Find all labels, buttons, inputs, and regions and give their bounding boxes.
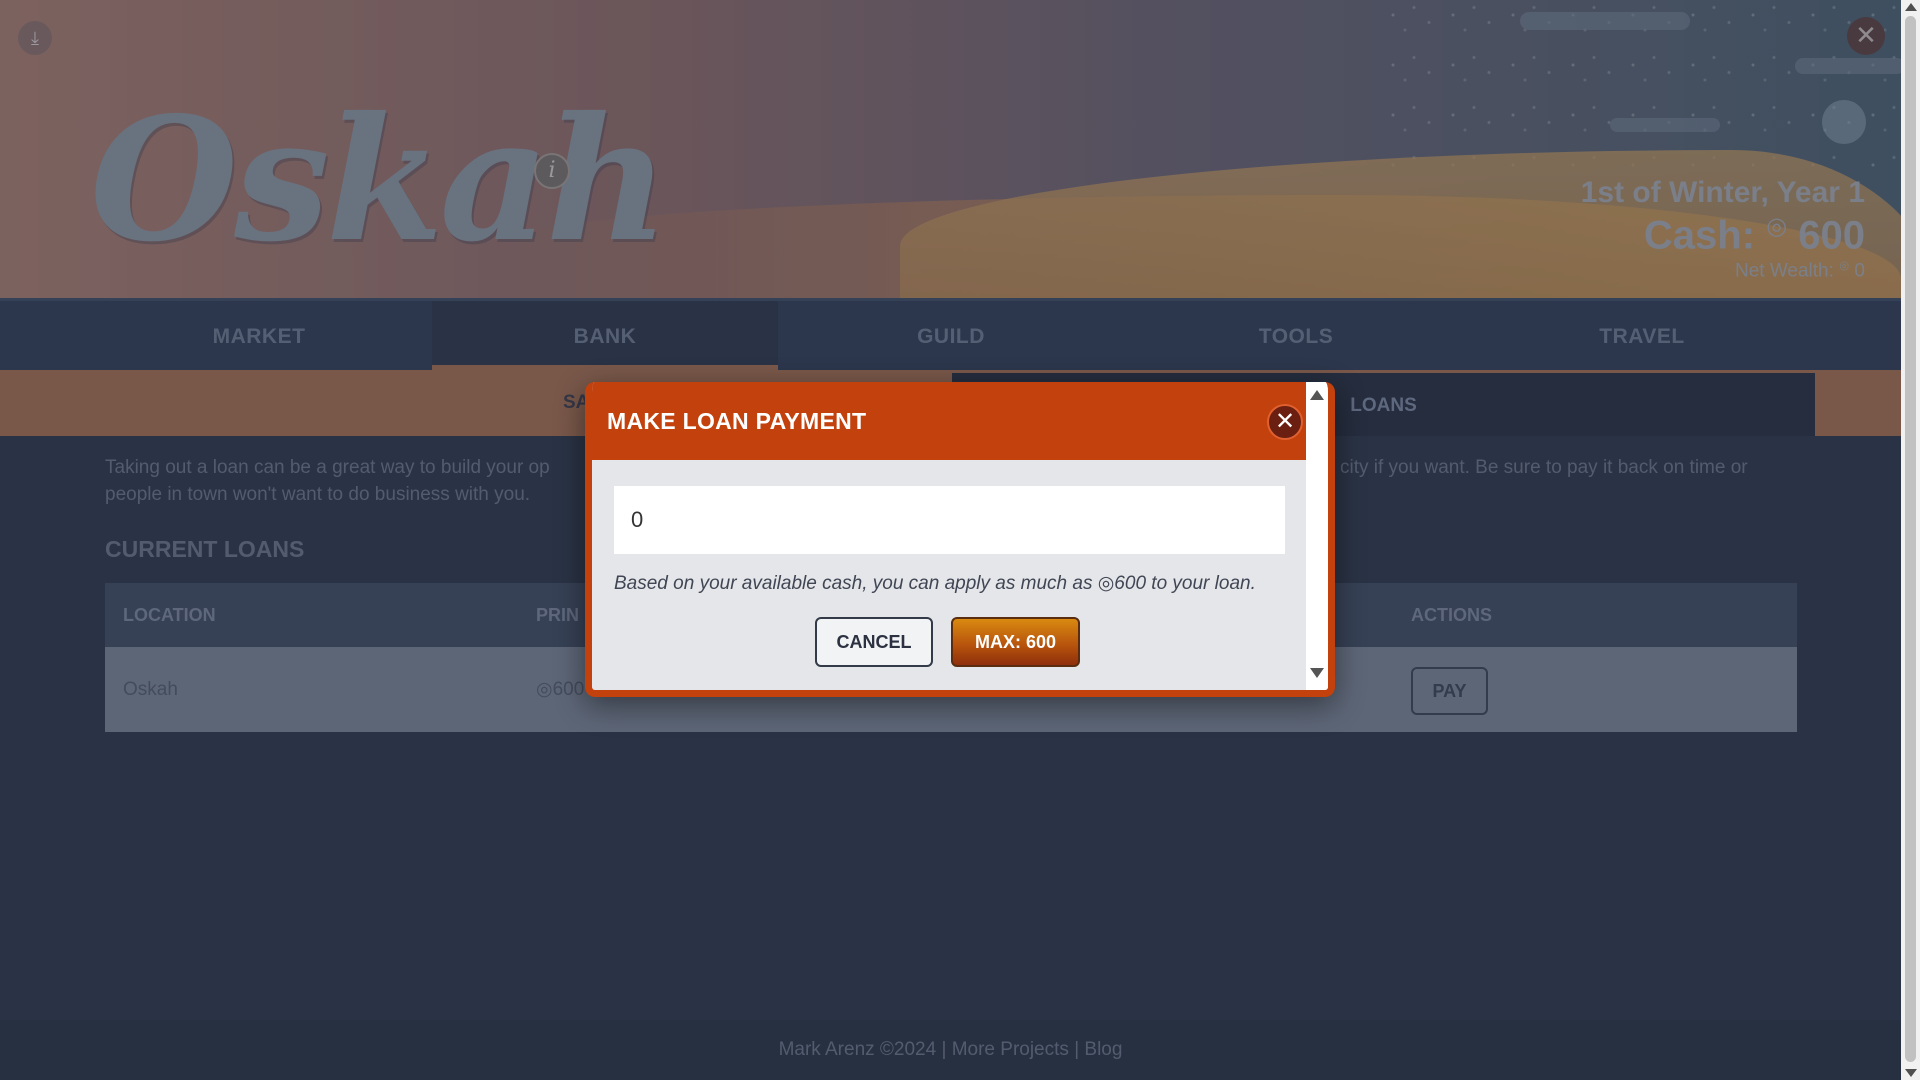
payment-help-text: Based on your available cash, you can ap… xyxy=(614,573,1256,594)
max-payment-button[interactable]: MAX: 600 xyxy=(951,617,1080,667)
scrollbar-thumb[interactable] xyxy=(1905,16,1916,1062)
modal-scrollbar[interactable] xyxy=(1306,382,1328,690)
payment-amount-input[interactable] xyxy=(614,486,1285,554)
scroll-up-icon[interactable] xyxy=(1310,390,1324,400)
modal-title: MAKE LOAN PAYMENT xyxy=(607,408,867,434)
scroll-down-icon[interactable] xyxy=(1905,1069,1917,1077)
loan-payment-modal: MAKE LOAN PAYMENT ✕ Based on your availa… xyxy=(585,382,1335,697)
modal-close-icon[interactable]: ✕ xyxy=(1267,404,1303,440)
scroll-down-icon[interactable] xyxy=(1310,668,1324,678)
scroll-up-icon[interactable] xyxy=(1905,3,1917,11)
cancel-button[interactable]: CANCEL xyxy=(815,617,933,667)
page-scrollbar[interactable] xyxy=(1901,0,1920,1080)
modal-header: MAKE LOAN PAYMENT ✕ xyxy=(592,382,1306,460)
